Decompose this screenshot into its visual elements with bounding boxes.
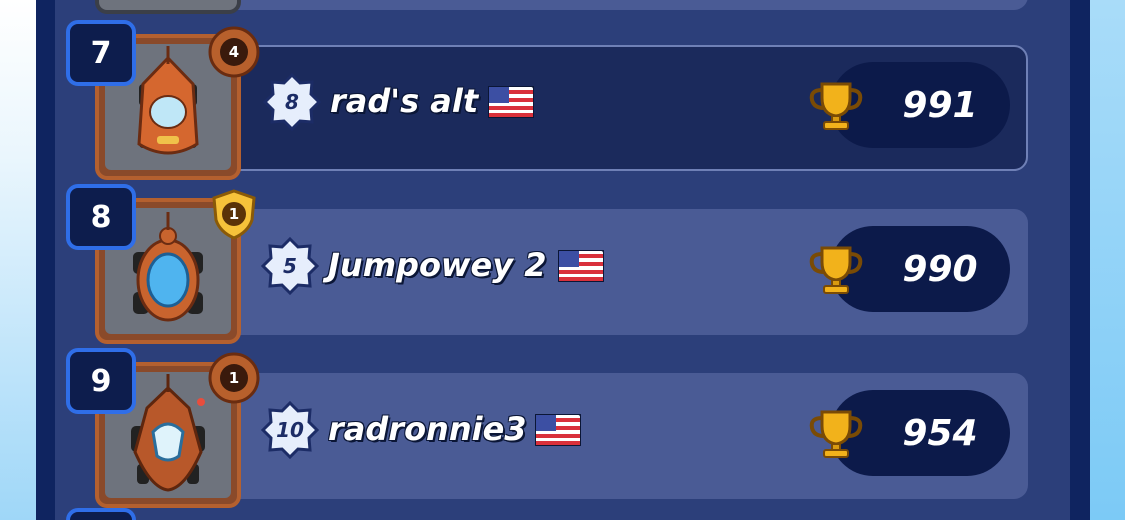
- us-flag-icon: [558, 250, 604, 282]
- leaderboard-row-rank-8[interactable]: 8 1 5 Jumpowey 2 990: [0, 164, 1125, 344]
- us-flag-icon: [488, 86, 534, 118]
- player-name[interactable]: rad's alt: [330, 82, 478, 120]
- trophy-icon: [809, 410, 863, 458]
- score-pill: 990: [809, 226, 1010, 312]
- badge-count: 1: [228, 205, 240, 223]
- gold-shield-badge-icon: 1: [208, 188, 260, 240]
- rank-number: 8: [66, 184, 136, 250]
- trophy-icon: [809, 246, 863, 294]
- score-pill: 991: [809, 62, 1010, 148]
- rank-number: 7: [66, 20, 136, 86]
- score-value: 990: [902, 248, 978, 290]
- badge-count: 4: [228, 43, 240, 61]
- level-badge-icon: 5: [261, 237, 319, 295]
- rank-number: 9: [66, 348, 136, 414]
- bronze-badge-icon: 1: [208, 352, 260, 404]
- level-badge-icon: 8: [263, 73, 321, 131]
- level-badge-icon: 10: [261, 401, 319, 459]
- level-number: 5: [283, 254, 297, 278]
- level-number: 10: [276, 418, 304, 442]
- badge-count: 1: [228, 369, 240, 387]
- us-flag-icon: [535, 414, 581, 446]
- player-name[interactable]: Jumpowey 2: [328, 246, 546, 284]
- level-number: 8: [285, 90, 299, 114]
- score-value: 991: [902, 84, 978, 126]
- rank-box-partial-bottom: [66, 508, 136, 520]
- score-pill: 954: [809, 390, 1010, 476]
- bronze-badge-icon: 4: [208, 26, 260, 78]
- player-name[interactable]: radronnie3: [328, 410, 527, 448]
- leaderboard-row-rank-9[interactable]: 9 1 10 radronnie3 954: [0, 328, 1125, 508]
- leaderboard-row-rank-7[interactable]: 7 4 8 rad's alt 991: [0, 0, 1125, 180]
- score-value: 954: [902, 412, 978, 454]
- trophy-icon: [809, 82, 863, 130]
